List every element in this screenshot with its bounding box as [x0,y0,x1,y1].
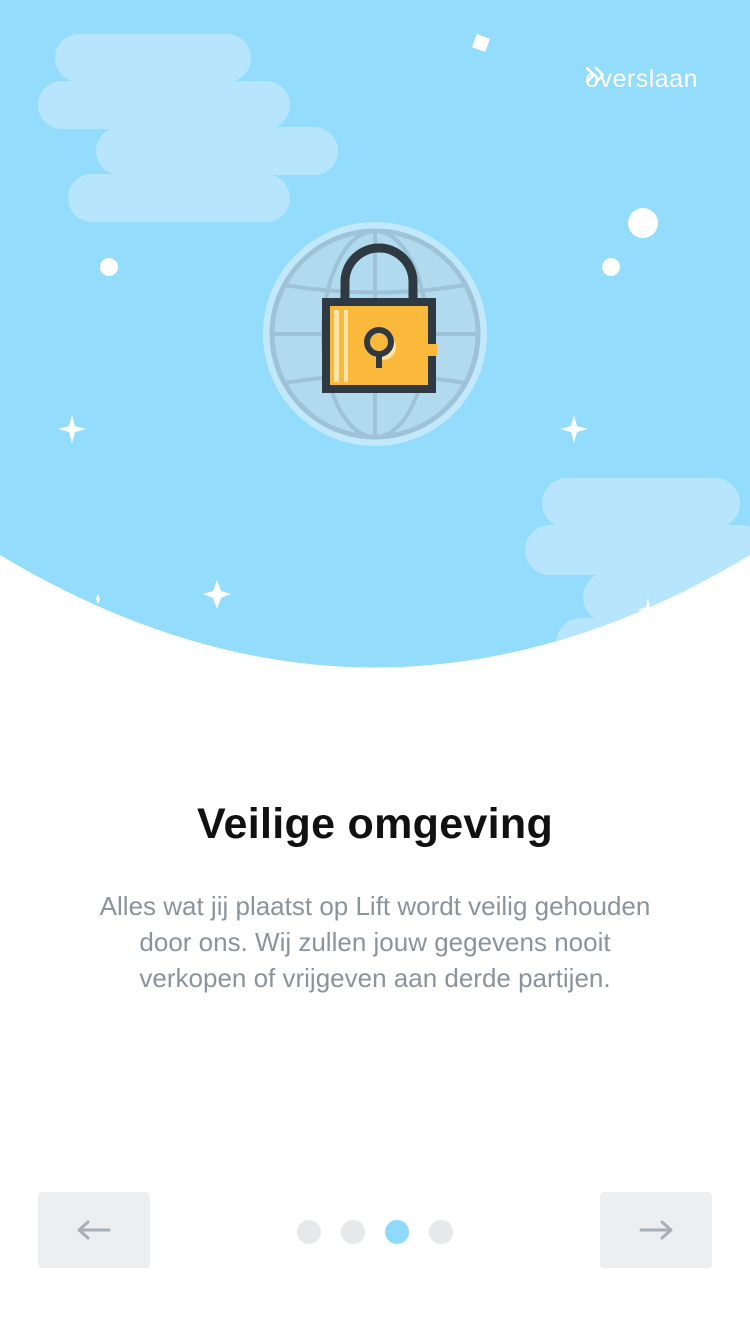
cloud-bottom-right [525,478,750,668]
description: Alles wat jij plaatst op Lift wordt veil… [55,888,695,996]
next-button[interactable] [600,1192,712,1268]
description-line: verkopen of vrijgeven aan derde partijen… [139,963,611,993]
description-line: Alles wat jij plaatst op Lift wordt veil… [99,891,651,921]
double-chevron-right-icon [585,66,605,84]
page-dot-3[interactable] [385,1220,409,1244]
arrow-right-icon [639,1220,673,1240]
page-dot-4[interactable] [429,1220,453,1244]
skip-button[interactable]: overslaan [585,60,698,98]
page-dot-2[interactable] [341,1220,365,1244]
page-dot-1[interactable] [297,1220,321,1244]
description-line: door ons. Wij zullen jouw gegevens nooit [139,927,611,957]
sky-background [0,0,750,668]
page-title: Veilige omgeving [196,800,554,848]
onboarding-illustration: overslaan [0,0,750,670]
